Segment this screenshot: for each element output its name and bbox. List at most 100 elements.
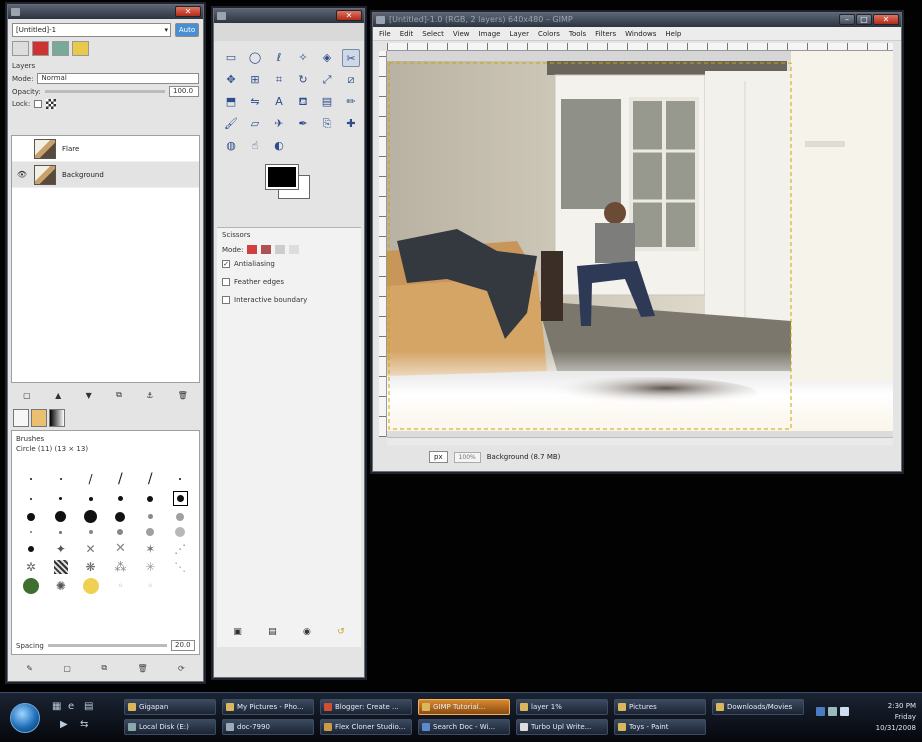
brush-item[interactable]: ⁂ (114, 560, 126, 574)
taskbar-item[interactable]: Pictures (614, 699, 706, 715)
security-icon[interactable] (840, 707, 849, 716)
new-layer-icon[interactable]: ▢ (23, 391, 31, 400)
feather-edges-checkbox[interactable] (222, 278, 230, 286)
blend-icon[interactable]: ▤ (318, 93, 336, 111)
taskbar-item[interactable]: Toys - Paint (614, 719, 706, 735)
menu-colors[interactable]: Colors (538, 27, 560, 40)
menu-layer[interactable]: Layer (509, 27, 529, 40)
brush-item[interactable]: / (118, 471, 123, 487)
brush-item[interactable]: / (89, 472, 93, 486)
ie-icon[interactable]: e (68, 701, 74, 712)
flip-icon[interactable]: ⇋ (246, 93, 264, 111)
antialiasing-option[interactable]: ✓ Antialiasing (217, 257, 361, 271)
ink-icon[interactable]: ✒ (294, 115, 312, 133)
tab-undo[interactable] (72, 41, 89, 56)
tab-layers[interactable] (12, 41, 29, 56)
duplicate-brush-icon[interactable]: ⧉ (101, 663, 107, 673)
layer-row[interactable]: 👁 Background (12, 162, 199, 188)
menu-filters[interactable]: Filters (595, 27, 616, 40)
image-selector[interactable]: [Untitled]-1 ▾ (12, 23, 171, 37)
text-icon[interactable]: A (270, 93, 288, 111)
fuzzy-select-icon[interactable]: ✧ (294, 49, 312, 67)
tab-paths[interactable] (52, 41, 69, 56)
eye-icon[interactable]: 👁 (16, 170, 28, 179)
taskbar-item[interactable]: Search Doc - Wi... (418, 719, 510, 735)
layers-dock-titlebar[interactable]: ✕ (8, 5, 203, 19)
mode-subtract-icon[interactable] (275, 245, 286, 254)
brush-item[interactable]: ✦ (56, 542, 66, 556)
rect-select-icon[interactable]: ▭ (222, 49, 240, 67)
ellipse-select-icon[interactable]: ◯ (246, 49, 264, 67)
taskbar-item[interactable]: Local Disk (E:) (124, 719, 216, 735)
zoom-select[interactable]: 100% (453, 451, 481, 463)
brush-item[interactable] (22, 578, 39, 594)
auto-button[interactable]: Auto (175, 23, 199, 37)
tab-gradients[interactable] (49, 409, 65, 427)
opacity-slider[interactable] (44, 90, 165, 93)
brush-item[interactable] (82, 578, 99, 594)
crop-icon[interactable]: ⌗ (270, 71, 288, 89)
brush-grid[interactable]: / / / ✦ ✕ ✕ ✶ ⋰ ✲ ❋ ⁂ ✳ ⋱ ✺ ◦ ◦ (12, 431, 199, 598)
start-button[interactable] (10, 703, 40, 733)
taskbar-item[interactable]: doc-7990 (222, 719, 314, 735)
brush-item[interactable]: ✺ (56, 579, 66, 593)
menu-edit[interactable]: Edit (400, 27, 414, 40)
restore-options-icon[interactable]: ▤ (268, 627, 277, 637)
lower-layer-icon[interactable]: ▼ (86, 391, 92, 400)
layers-list[interactable]: Flare 👁 Background (11, 135, 200, 383)
brush-item[interactable]: ◦ (147, 581, 153, 592)
folder-icon[interactable]: ▤ (84, 701, 93, 712)
network-icon[interactable] (816, 707, 825, 716)
edit-brush-icon[interactable]: ✎ (26, 664, 33, 673)
spacing-slider[interactable] (47, 644, 167, 647)
anchor-layer-icon[interactable]: ⚓ (146, 391, 153, 400)
brush-item[interactable]: ⋱ (174, 560, 186, 574)
brush-item[interactable]: ✕ (115, 541, 126, 556)
brush-item[interactable]: ✶ (145, 542, 155, 556)
brush-item[interactable]: ✳ (145, 560, 155, 574)
taskbar-item[interactable]: My Pictures - Pho... (222, 699, 314, 715)
dodge-burn-icon[interactable]: ◐ (270, 137, 288, 155)
taskbar-item[interactable]: Blogger: Create ... (320, 699, 412, 715)
tab-brushes[interactable] (13, 409, 29, 427)
paintbrush-icon[interactable]: 🖌 (222, 115, 240, 133)
airbrush-icon[interactable]: ✈ (270, 115, 288, 133)
close-button[interactable]: ✕ (873, 14, 899, 25)
show-desktop-icon[interactable]: ▦ (52, 701, 61, 712)
taskbar-item[interactable]: Gigapan (124, 699, 216, 715)
taskbar-item-active[interactable]: GIMP Tutorial... (418, 699, 510, 715)
feather-edges-option[interactable]: Feather edges (217, 275, 361, 289)
menu-file[interactable]: File (379, 27, 391, 40)
duplicate-layer-icon[interactable]: ⧉ (116, 390, 122, 400)
menu-select[interactable]: Select (422, 27, 444, 40)
brush-item[interactable] (53, 560, 68, 574)
move-icon[interactable]: ✥ (222, 71, 240, 89)
switch-windows-icon[interactable]: ⇆ (80, 719, 88, 730)
image-canvas[interactable] (387, 51, 893, 437)
delete-layer-icon[interactable]: 🗑 (178, 391, 188, 400)
menu-help[interactable]: Help (665, 27, 681, 40)
new-brush-icon[interactable]: ▢ (63, 664, 71, 673)
brush-item[interactable]: ⋰ (174, 542, 186, 556)
reset-options-icon[interactable]: ↺ (337, 627, 345, 637)
menu-tools[interactable]: Tools (569, 27, 586, 40)
tab-channels[interactable] (32, 41, 49, 56)
refresh-brushes-icon[interactable]: ⟳ (178, 664, 185, 673)
close-button[interactable]: ✕ (336, 10, 362, 21)
foreground-color-swatch[interactable] (265, 164, 299, 190)
mode-add-icon[interactable] (261, 245, 272, 254)
brush-item[interactable]: ✲ (26, 560, 36, 574)
clock[interactable]: 2:30 PM Friday 10/31/2008 (876, 701, 916, 734)
brush-item[interactable]: / (148, 471, 153, 487)
taskbar-item[interactable]: Downloads/Movies (712, 699, 804, 715)
color-select-icon[interactable]: ◈ (318, 49, 336, 67)
interactive-boundary-checkbox[interactable] (222, 296, 230, 304)
mode-replace-icon[interactable] (247, 245, 258, 254)
shear-icon[interactable]: ⧄ (342, 71, 360, 89)
perspective-icon[interactable]: ⬒ (222, 93, 240, 111)
close-button[interactable]: ✕ (175, 6, 201, 17)
media-icon[interactable]: ▶ (60, 719, 68, 730)
menu-view[interactable]: View (453, 27, 470, 40)
spacing-input[interactable]: 20.0 (171, 640, 195, 651)
menu-windows[interactable]: Windows (625, 27, 656, 40)
